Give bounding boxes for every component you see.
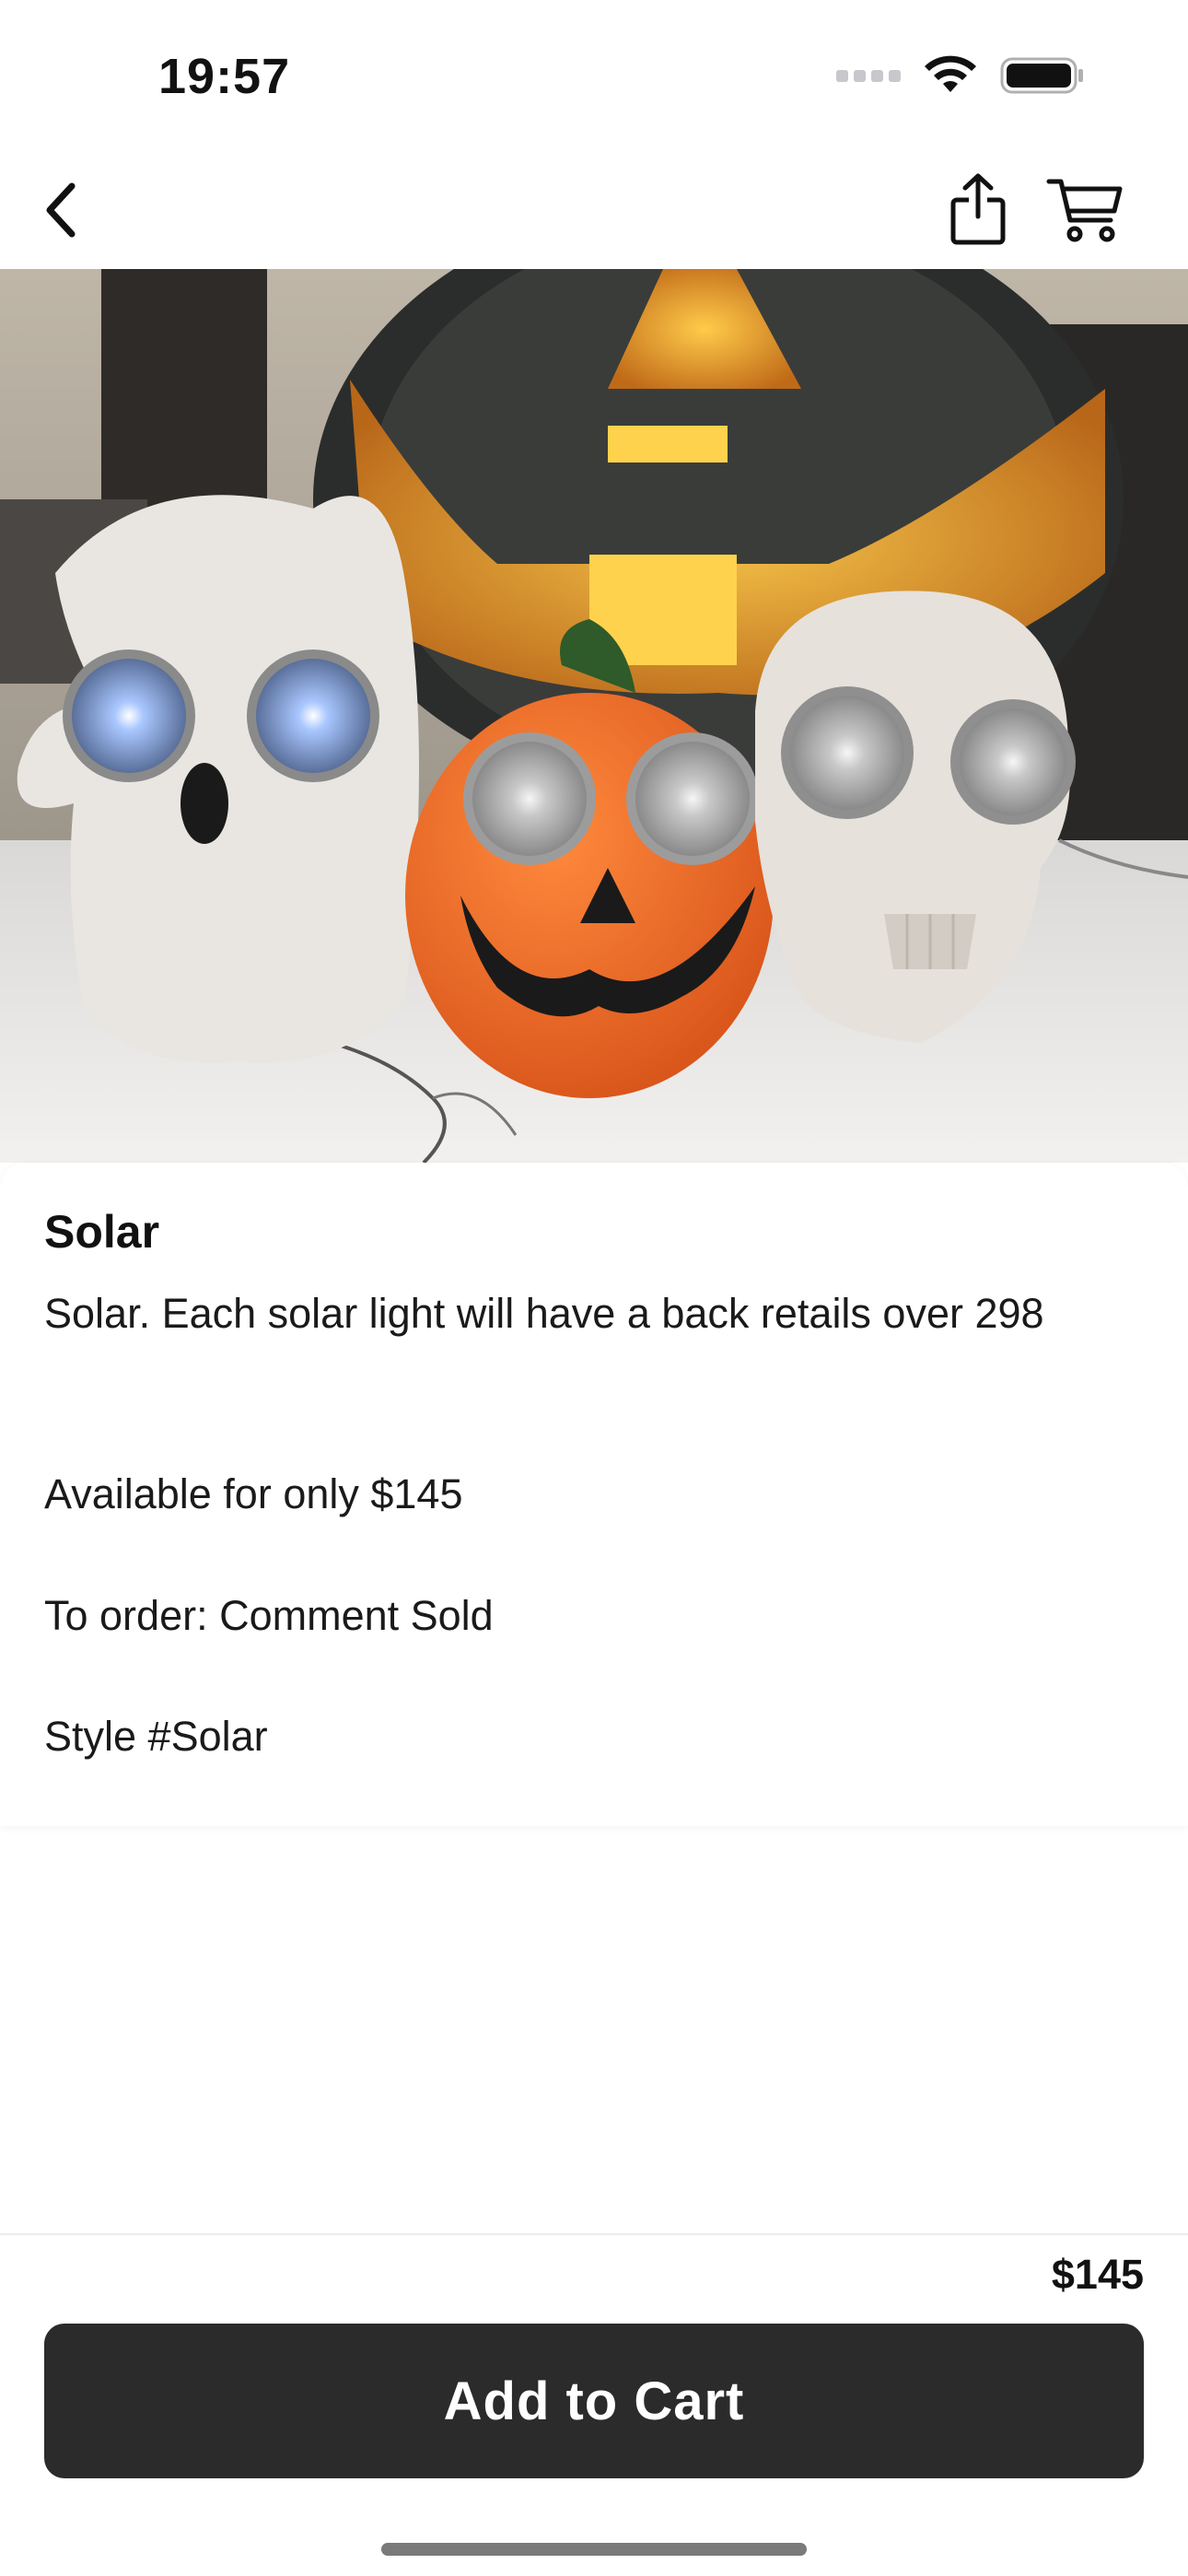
add-to-cart-button[interactable]: Add to Cart [44, 2324, 1144, 2478]
product-description-line: Solar. Each solar light will have a back… [44, 1290, 1044, 1337]
status-icons [836, 55, 1085, 96]
product-description-line: Available for only $145 [44, 1470, 463, 1517]
cart-button[interactable] [1042, 170, 1127, 251]
product-description-line: Style #Solar [44, 1713, 268, 1760]
product-photo[interactable] [0, 269, 1188, 1163]
signal-dots-icon [836, 69, 901, 82]
nav-bar [0, 147, 1188, 269]
battery-icon [1000, 57, 1083, 94]
home-indicator[interactable] [381, 2543, 807, 2556]
product-title: Solar [44, 1206, 160, 1258]
product-details-card: Solar Solar. Each solar light will have … [0, 1163, 1188, 1826]
share-button[interactable] [941, 168, 1015, 251]
wifi-icon [925, 55, 976, 92]
back-button[interactable] [24, 173, 98, 247]
product-photo-illustration [0, 269, 1188, 1163]
status-bar: 19:57 [0, 0, 1188, 147]
share-icon [950, 173, 1006, 245]
footer-price: $145 [1051, 2251, 1144, 2298]
cart-icon [1046, 179, 1123, 242]
chevron-left-icon [46, 182, 76, 238]
status-time: 19:57 [158, 49, 291, 104]
footer-divider [0, 2233, 1188, 2235]
product-description-line: To order: Comment Sold [44, 1592, 494, 1639]
